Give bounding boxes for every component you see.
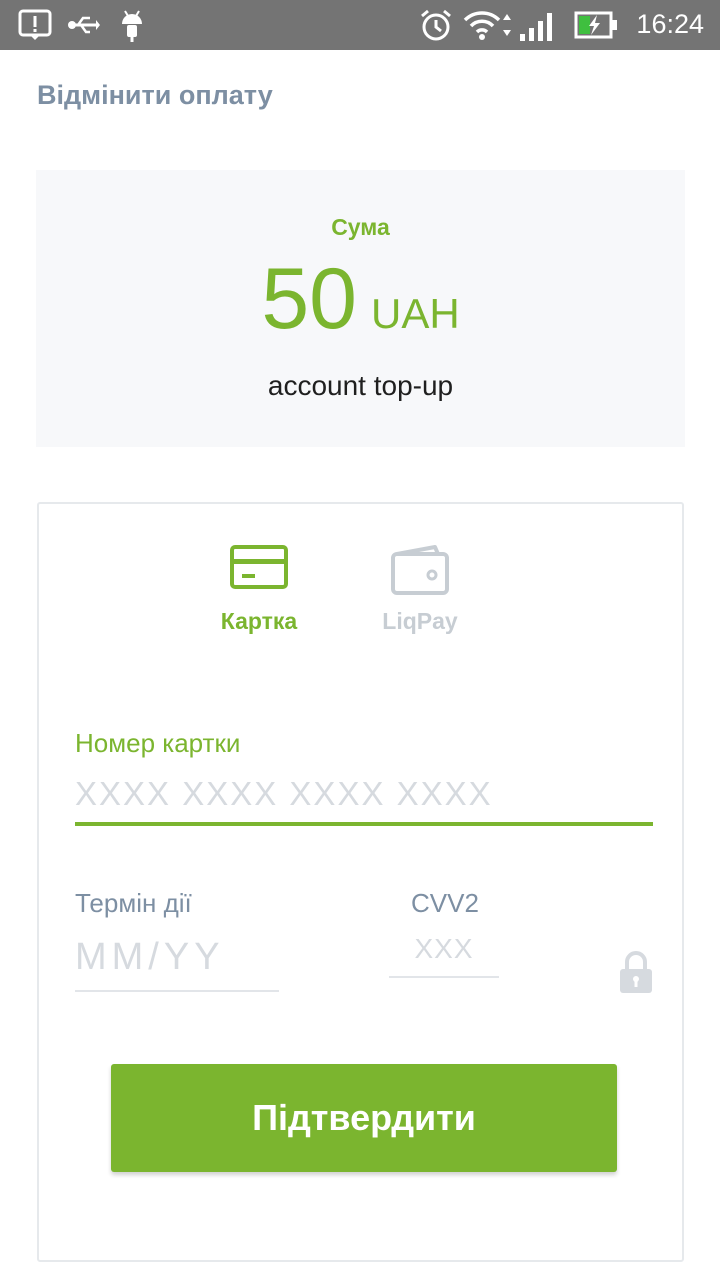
payment-description: account top-up	[267, 370, 454, 401]
tab-card-label: Картка	[220, 608, 298, 634]
tab-card[interactable]: Картка	[199, 544, 319, 635]
cvv-input[interactable]	[389, 922, 499, 978]
alarm-icon	[421, 9, 451, 41]
lock-icon	[620, 951, 652, 993]
wifi-icon	[463, 11, 511, 40]
status-bar: 16:24	[0, 0, 720, 50]
credit-card-icon	[230, 545, 288, 589]
tab-liqpay-label: LiqPay	[382, 608, 458, 634]
amount-value: 50	[261, 251, 357, 347]
wallet-icon	[391, 545, 449, 595]
expiry-label: Термін дії	[75, 888, 192, 918]
signal-icon	[520, 13, 552, 41]
tab-liqpay[interactable]: LiqPay	[360, 544, 480, 635]
usb-icon	[68, 16, 100, 34]
amount-currency: UAH	[370, 290, 460, 337]
confirm-button[interactable]: Підтвердити	[111, 1064, 617, 1172]
amount-panel: Сума 50 UAH account top-up	[36, 170, 685, 447]
card-number-input[interactable]	[75, 766, 653, 826]
card-number-label: Номер картки	[75, 728, 241, 758]
android-icon	[122, 10, 142, 42]
cancel-payment-link[interactable]: Відмінити оплату	[37, 80, 273, 111]
amount-label: Сума	[331, 214, 390, 240]
battery-charging-icon	[574, 11, 617, 39]
clock: 16:24	[636, 9, 704, 39]
payment-form-card: Картка LiqPay Номер картки Термін дії CV…	[37, 502, 684, 1262]
cvv-label: CVV2	[411, 888, 479, 918]
expiry-input[interactable]	[75, 924, 279, 992]
amount-row: 50 UAH	[36, 250, 685, 349]
alert-icon	[18, 9, 52, 40]
